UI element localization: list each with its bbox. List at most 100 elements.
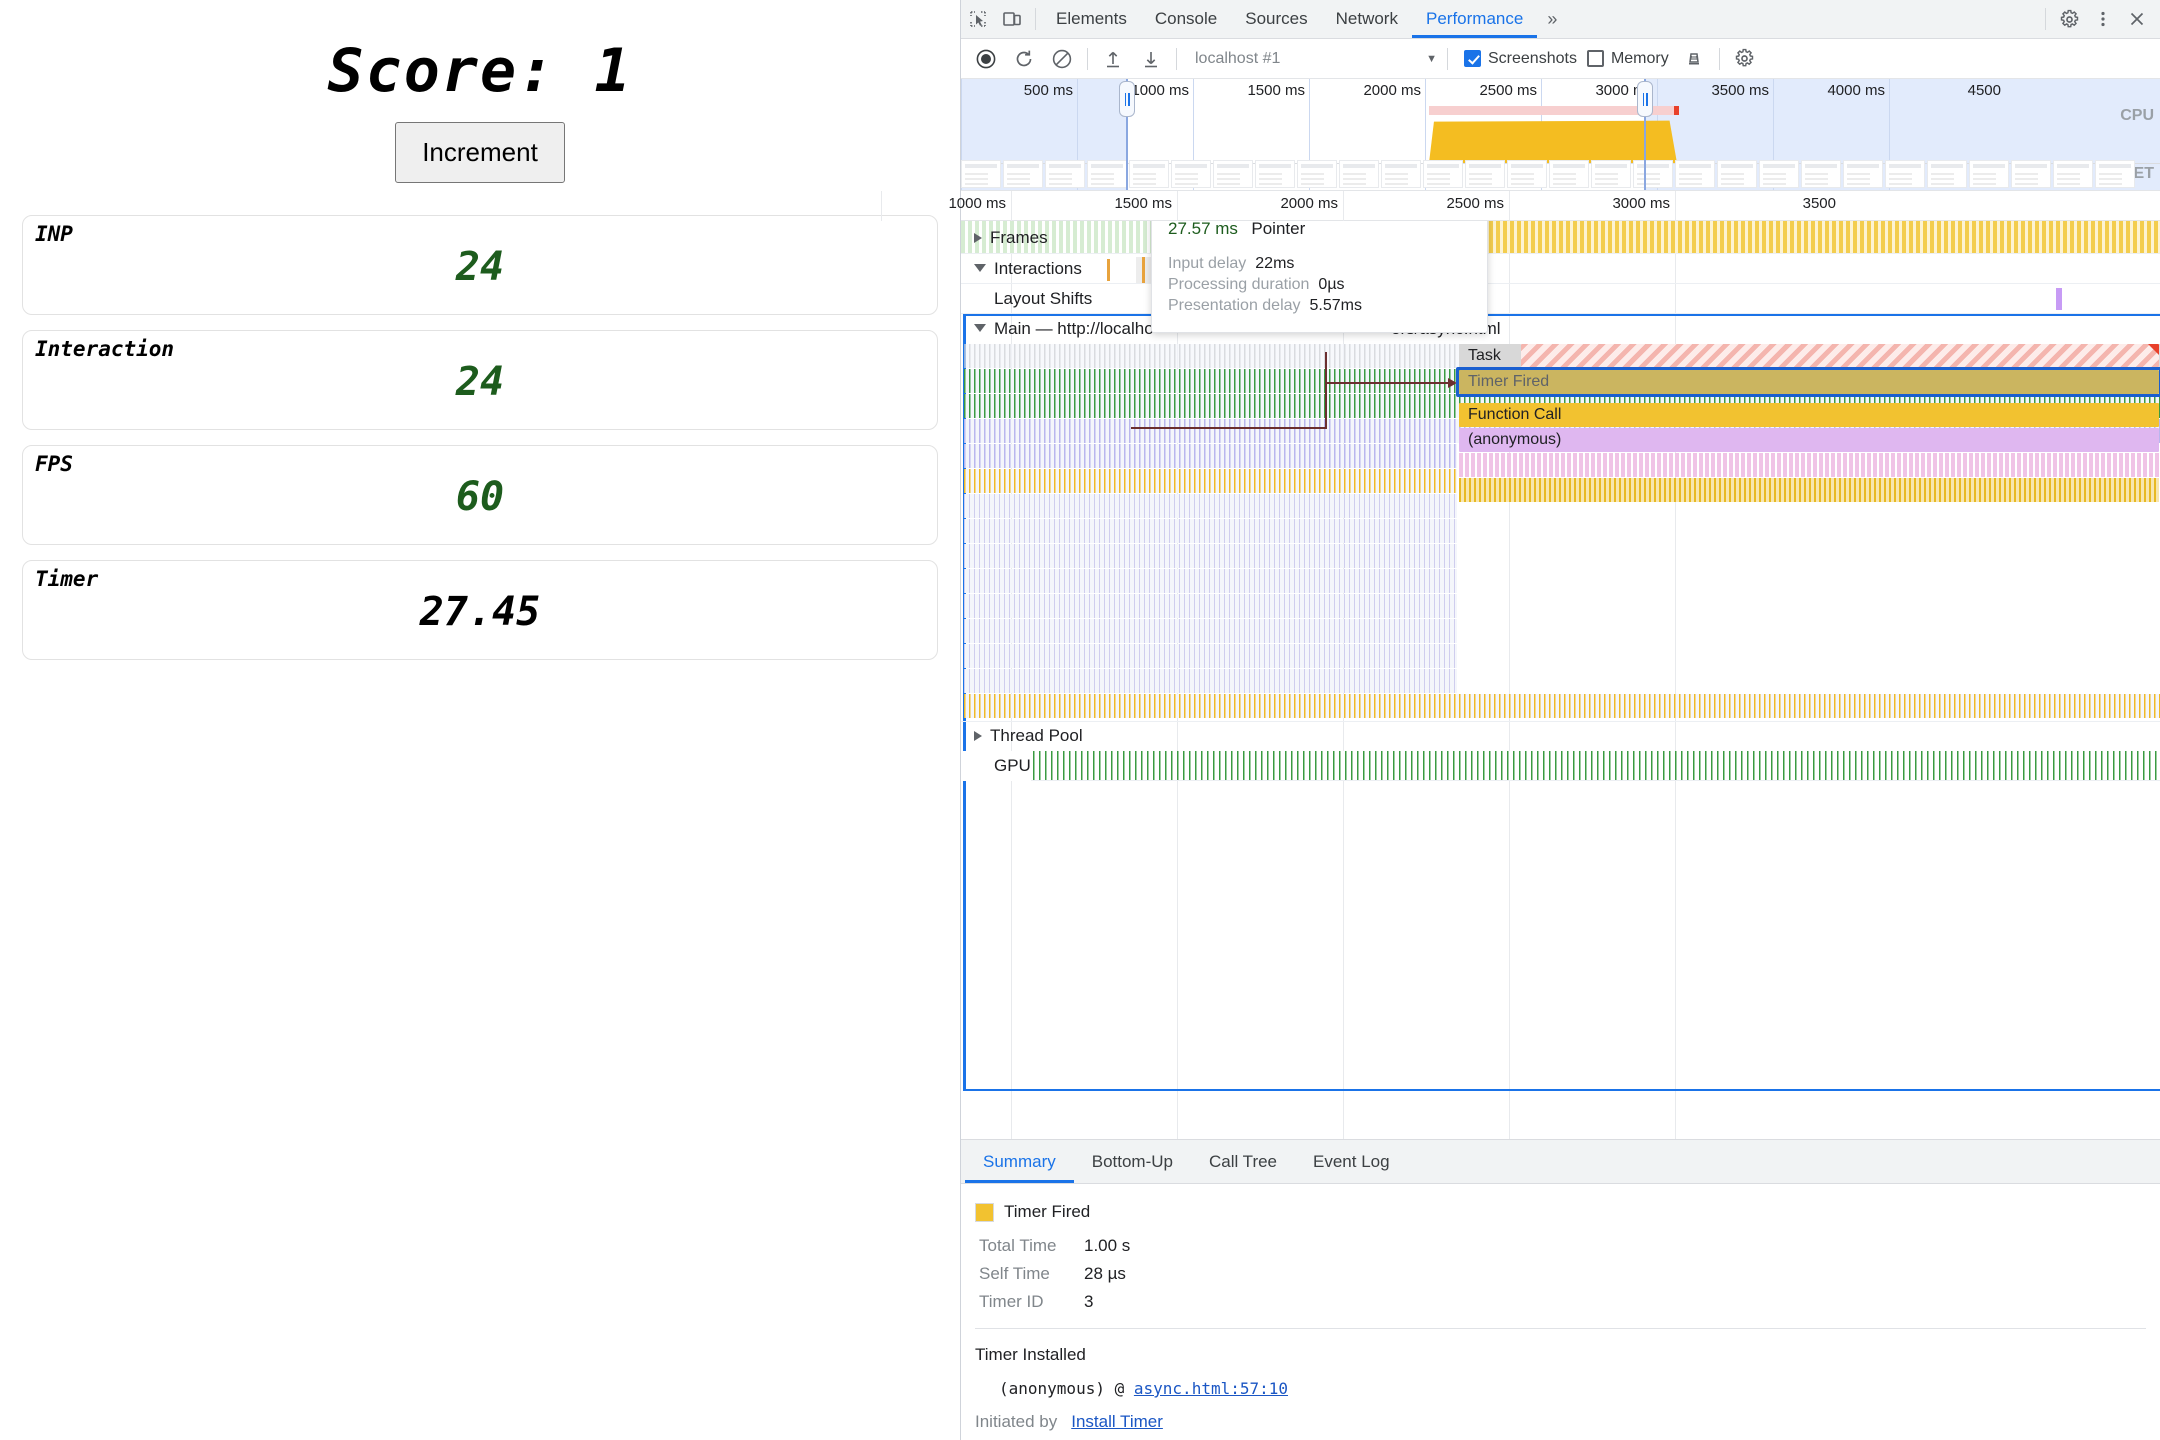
tab-summary[interactable]: Summary [965, 1140, 1074, 1183]
capture-settings-gear-icon[interactable] [1726, 44, 1764, 74]
filmstrip-thumb[interactable] [2011, 160, 2051, 188]
increment-button[interactable]: Increment [395, 122, 565, 183]
profile-select[interactable]: localhost #1 ▼ [1191, 46, 1441, 72]
filmstrip-thumb[interactable] [1801, 160, 1841, 188]
interaction-marker[interactable] [1107, 259, 1110, 281]
filmstrip-thumb[interactable] [1927, 160, 1967, 188]
save-profile-icon[interactable] [1132, 44, 1170, 74]
chevron-down-icon[interactable] [974, 264, 986, 277]
filmstrip-thumb[interactable] [1759, 160, 1799, 188]
micro-ticks-faint [964, 544, 1457, 568]
load-profile-icon[interactable] [1094, 44, 1132, 74]
flame-chart[interactable]: Frames Interactions Layout Shifts Main —… [961, 221, 2160, 1139]
filmstrip-thumb[interactable] [1507, 160, 1547, 188]
track-layout-shifts[interactable]: Layout Shifts [961, 284, 2160, 314]
tab-console[interactable]: Console [1141, 0, 1231, 38]
tooltip-title: Pointer [1251, 221, 1306, 238]
screenshots-checkbox[interactable]: Screenshots [1464, 50, 1577, 68]
flame-bar-pink-group[interactable] [1459, 453, 2159, 477]
memory-checkbox[interactable]: Memory [1586, 50, 1669, 68]
tab-elements[interactable]: Elements [1042, 0, 1141, 38]
tab-performance[interactable]: Performance [1412, 0, 1537, 38]
filmstrip-thumb[interactable] [1465, 160, 1505, 188]
flame-bar-function-call[interactable]: Function Call [1459, 403, 2159, 427]
flame-row [961, 569, 2160, 594]
close-icon[interactable] [2120, 3, 2154, 35]
track-title-main[interactable]: Main — http://localho ers/async.html [961, 314, 1501, 344]
filmstrip-thumb[interactable] [1591, 160, 1631, 188]
tab-call-tree[interactable]: Call Tree [1191, 1140, 1295, 1183]
filmstrip-thumb[interactable] [1129, 160, 1169, 188]
more-tabs-icon[interactable]: » [1537, 9, 1567, 30]
filmstrip-thumb[interactable] [1717, 160, 1757, 188]
checkbox-box [1464, 50, 1481, 67]
filmstrip-thumb[interactable] [1675, 160, 1715, 188]
filmstrip-thumb[interactable] [1843, 160, 1883, 188]
initiator-arrow-head [1448, 378, 1457, 388]
overview-filmstrip[interactable] [961, 160, 2160, 190]
more-options-icon[interactable] [2086, 3, 2120, 35]
tab-event-log[interactable]: Event Log [1295, 1140, 1408, 1183]
chevron-down-icon[interactable] [974, 324, 986, 337]
filmstrip-thumb[interactable] [1171, 160, 1211, 188]
tab-sources[interactable]: Sources [1231, 0, 1321, 38]
filmstrip-thumb[interactable] [1255, 160, 1295, 188]
track-title-frames[interactable]: Frames [961, 221, 1048, 254]
record-icon[interactable] [967, 44, 1005, 74]
track-title-interactions[interactable]: Interactions [961, 254, 1082, 284]
inspect-element-icon[interactable] [961, 3, 995, 35]
filmstrip-thumb[interactable] [1003, 160, 1043, 188]
filmstrip-thumb[interactable] [2095, 160, 2135, 188]
ruler-tick-label: 2000 ms [1280, 195, 1338, 212]
filmstrip-thumb[interactable] [1381, 160, 1421, 188]
track-thread-pool[interactable]: Thread Pool [961, 721, 2160, 751]
gear-icon[interactable] [2052, 3, 2086, 35]
initiated-by-link[interactable]: Install Timer [1071, 1412, 1163, 1432]
flame-bar-gold-group[interactable] [1459, 478, 2159, 502]
toolbar-divider [1447, 47, 1448, 70]
filmstrip-thumb[interactable] [1045, 160, 1085, 188]
metric-card-inp: INP 24 [22, 215, 938, 315]
filmstrip-thumb[interactable] [1087, 160, 1127, 188]
details-pane: Summary Bottom-Up Call Tree Event Log Ti… [961, 1139, 2160, 1440]
track-title-layout-shifts[interactable]: Layout Shifts [961, 284, 1092, 314]
stack-source-link[interactable]: async.html:57:10 [1134, 1379, 1288, 1398]
timeline-overview[interactable]: 500 ms 1000 ms 1500 ms 2000 ms 2500 ms 3… [961, 79, 2160, 191]
track-label: Layout Shifts [994, 289, 1093, 308]
device-toolbar-icon[interactable] [995, 3, 1029, 35]
layout-shift-marker[interactable] [2056, 288, 2062, 310]
flame-bar-anonymous[interactable]: (anonymous) [1459, 428, 2159, 452]
filmstrip-thumb[interactable] [1423, 160, 1463, 188]
flame-bar-label: Task [1468, 347, 1501, 364]
flame-bar-task-prefix[interactable]: Task [1459, 344, 1521, 368]
flame-bar-task[interactable] [1521, 344, 2159, 368]
filmstrip-thumb[interactable] [1633, 160, 1673, 188]
clear-icon[interactable] [1043, 44, 1081, 74]
tab-network[interactable]: Network [1322, 0, 1412, 38]
reload-and-record-icon[interactable] [1005, 44, 1043, 74]
track-interactions[interactable]: Interactions [961, 254, 2160, 284]
selection-right-handle[interactable] [1637, 81, 1653, 117]
tooltip-header: 27.57 ms Pointer [1168, 221, 1469, 239]
filmstrip-thumb[interactable] [1339, 160, 1379, 188]
filmstrip-thumb[interactable] [1885, 160, 1925, 188]
track-gpu[interactable]: GPU [961, 751, 2160, 781]
track-main[interactable]: Main — http://localho ers/async.html [961, 314, 2160, 344]
chevron-right-icon[interactable] [974, 731, 982, 741]
initiator-arrow-horizontal [1131, 427, 1327, 429]
flame-bar-timer-fired[interactable]: Timer Fired [1459, 370, 2159, 394]
selection-left-handle[interactable] [1119, 81, 1135, 117]
filmstrip-thumb[interactable] [1969, 160, 2009, 188]
collect-garbage-icon[interactable] [1675, 44, 1713, 74]
filmstrip-thumb[interactable] [1549, 160, 1589, 188]
tab-bottom-up[interactable]: Bottom-Up [1074, 1140, 1191, 1183]
filmstrip-thumb[interactable] [1297, 160, 1337, 188]
filmstrip-thumb[interactable] [2053, 160, 2093, 188]
gpu-strip [961, 751, 2160, 781]
filmstrip-thumb[interactable] [1213, 160, 1253, 188]
filmstrip-thumb[interactable] [961, 160, 1001, 188]
chevron-right-icon[interactable] [974, 232, 982, 243]
track-frames[interactable]: Frames [961, 221, 2160, 254]
initiator-arrow-horizontal-2 [1325, 382, 1449, 384]
track-title-thread-pool[interactable]: Thread Pool [961, 721, 1083, 751]
